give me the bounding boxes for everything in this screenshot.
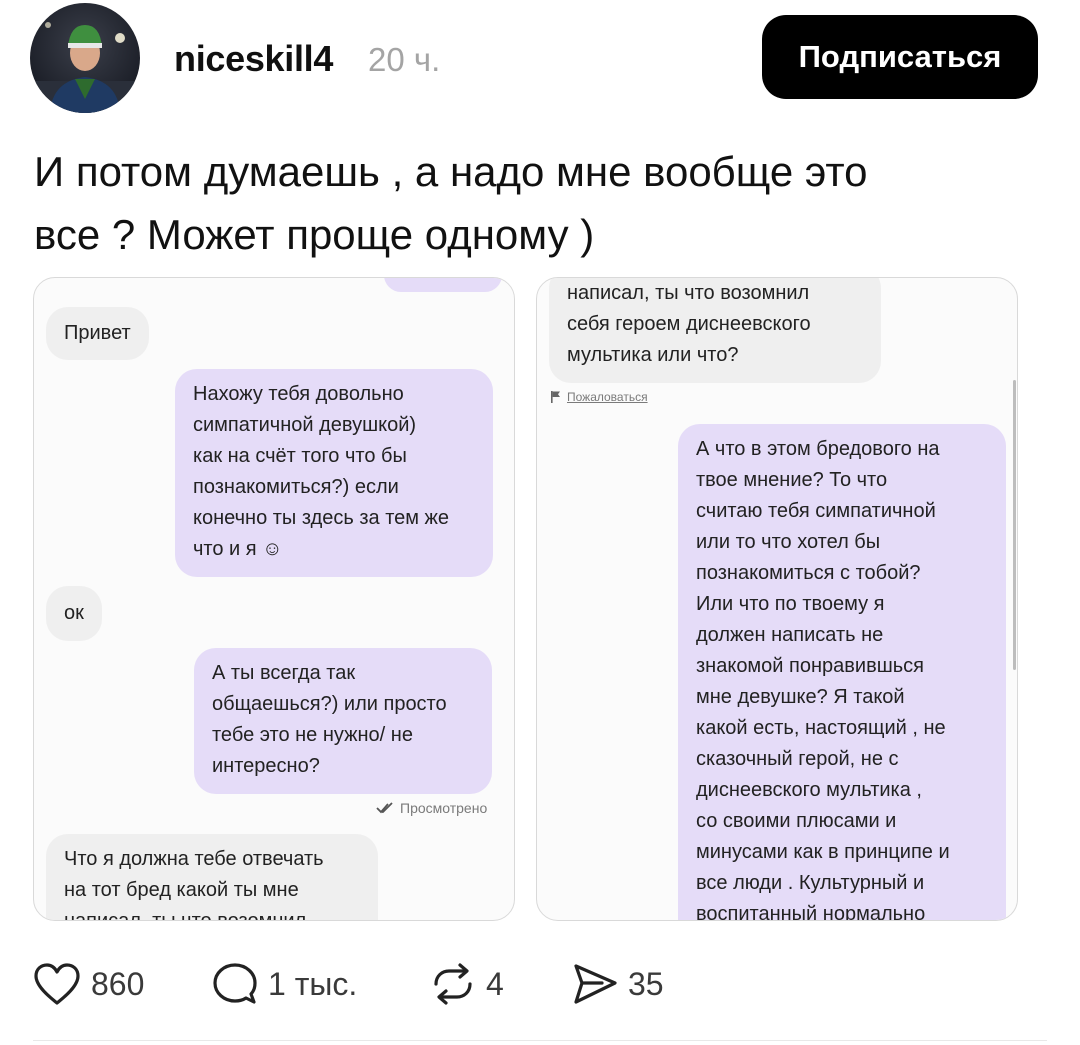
double-check-icon	[376, 802, 393, 814]
post-time: 20 ч.	[368, 41, 441, 78]
repost-button[interactable]: 4	[430, 962, 504, 1006]
comment-icon	[213, 963, 257, 1004]
reposts-count: 4	[486, 965, 504, 1002]
chat-bubble-incoming: Что я должна тебе отвечать на тот бред к…	[46, 834, 378, 920]
share-icon	[574, 964, 617, 1004]
like-button[interactable]: 860	[33, 962, 144, 1006]
report-label: Пожаловаться	[567, 390, 648, 404]
avatar[interactable]	[30, 3, 140, 113]
screenshot-image-left[interactable]: Привет Нахожу тебя довольно симпатичной …	[33, 277, 515, 921]
follow-button[interactable]: Подписаться	[762, 15, 1038, 99]
likes-count: 860	[91, 965, 145, 1002]
screenshot-image-right[interactable]: написал, ты что возомнил себя героем дис…	[536, 277, 1018, 921]
heart-icon	[34, 963, 80, 1005]
comment-button[interactable]: 1 тыс.	[212, 962, 357, 1006]
chat-bubble-outgoing: Нахожу тебя довольно симпатичной девушко…	[175, 369, 493, 577]
scrollbar	[1013, 380, 1016, 670]
username[interactable]: niceskill4	[174, 38, 333, 80]
seen-status: Просмотрено	[376, 800, 487, 816]
post-actions: 860 1 тыс. 4 35	[0, 955, 1080, 1015]
report-link: Пожаловаться	[551, 390, 648, 404]
chat-bubble-incoming: написал, ты что возомнил себя героем дис…	[549, 278, 881, 383]
avatar-photo	[30, 22, 140, 113]
chat-bubble-outgoing: А что в этом бредового на твое мнение? Т…	[678, 424, 1006, 920]
repost-icon	[434, 963, 472, 1005]
divider	[33, 1040, 1047, 1041]
flag-icon	[551, 391, 560, 403]
shares-count: 35	[628, 965, 664, 1002]
chat-bubble-incoming: ок	[46, 586, 102, 641]
seen-label: Просмотрено	[400, 800, 488, 816]
post-text: И потом думаешь , а надо мне вообще это …	[34, 148, 868, 258]
comments-count: 1 тыс.	[268, 965, 358, 1002]
chat-bubble-incoming: Привет	[46, 307, 149, 360]
chat-bubble-outgoing: А ты всегда так общаешься?) или просто т…	[194, 648, 492, 794]
share-button[interactable]: 35	[572, 962, 664, 1006]
chat-bubble-cropped	[384, 278, 502, 292]
